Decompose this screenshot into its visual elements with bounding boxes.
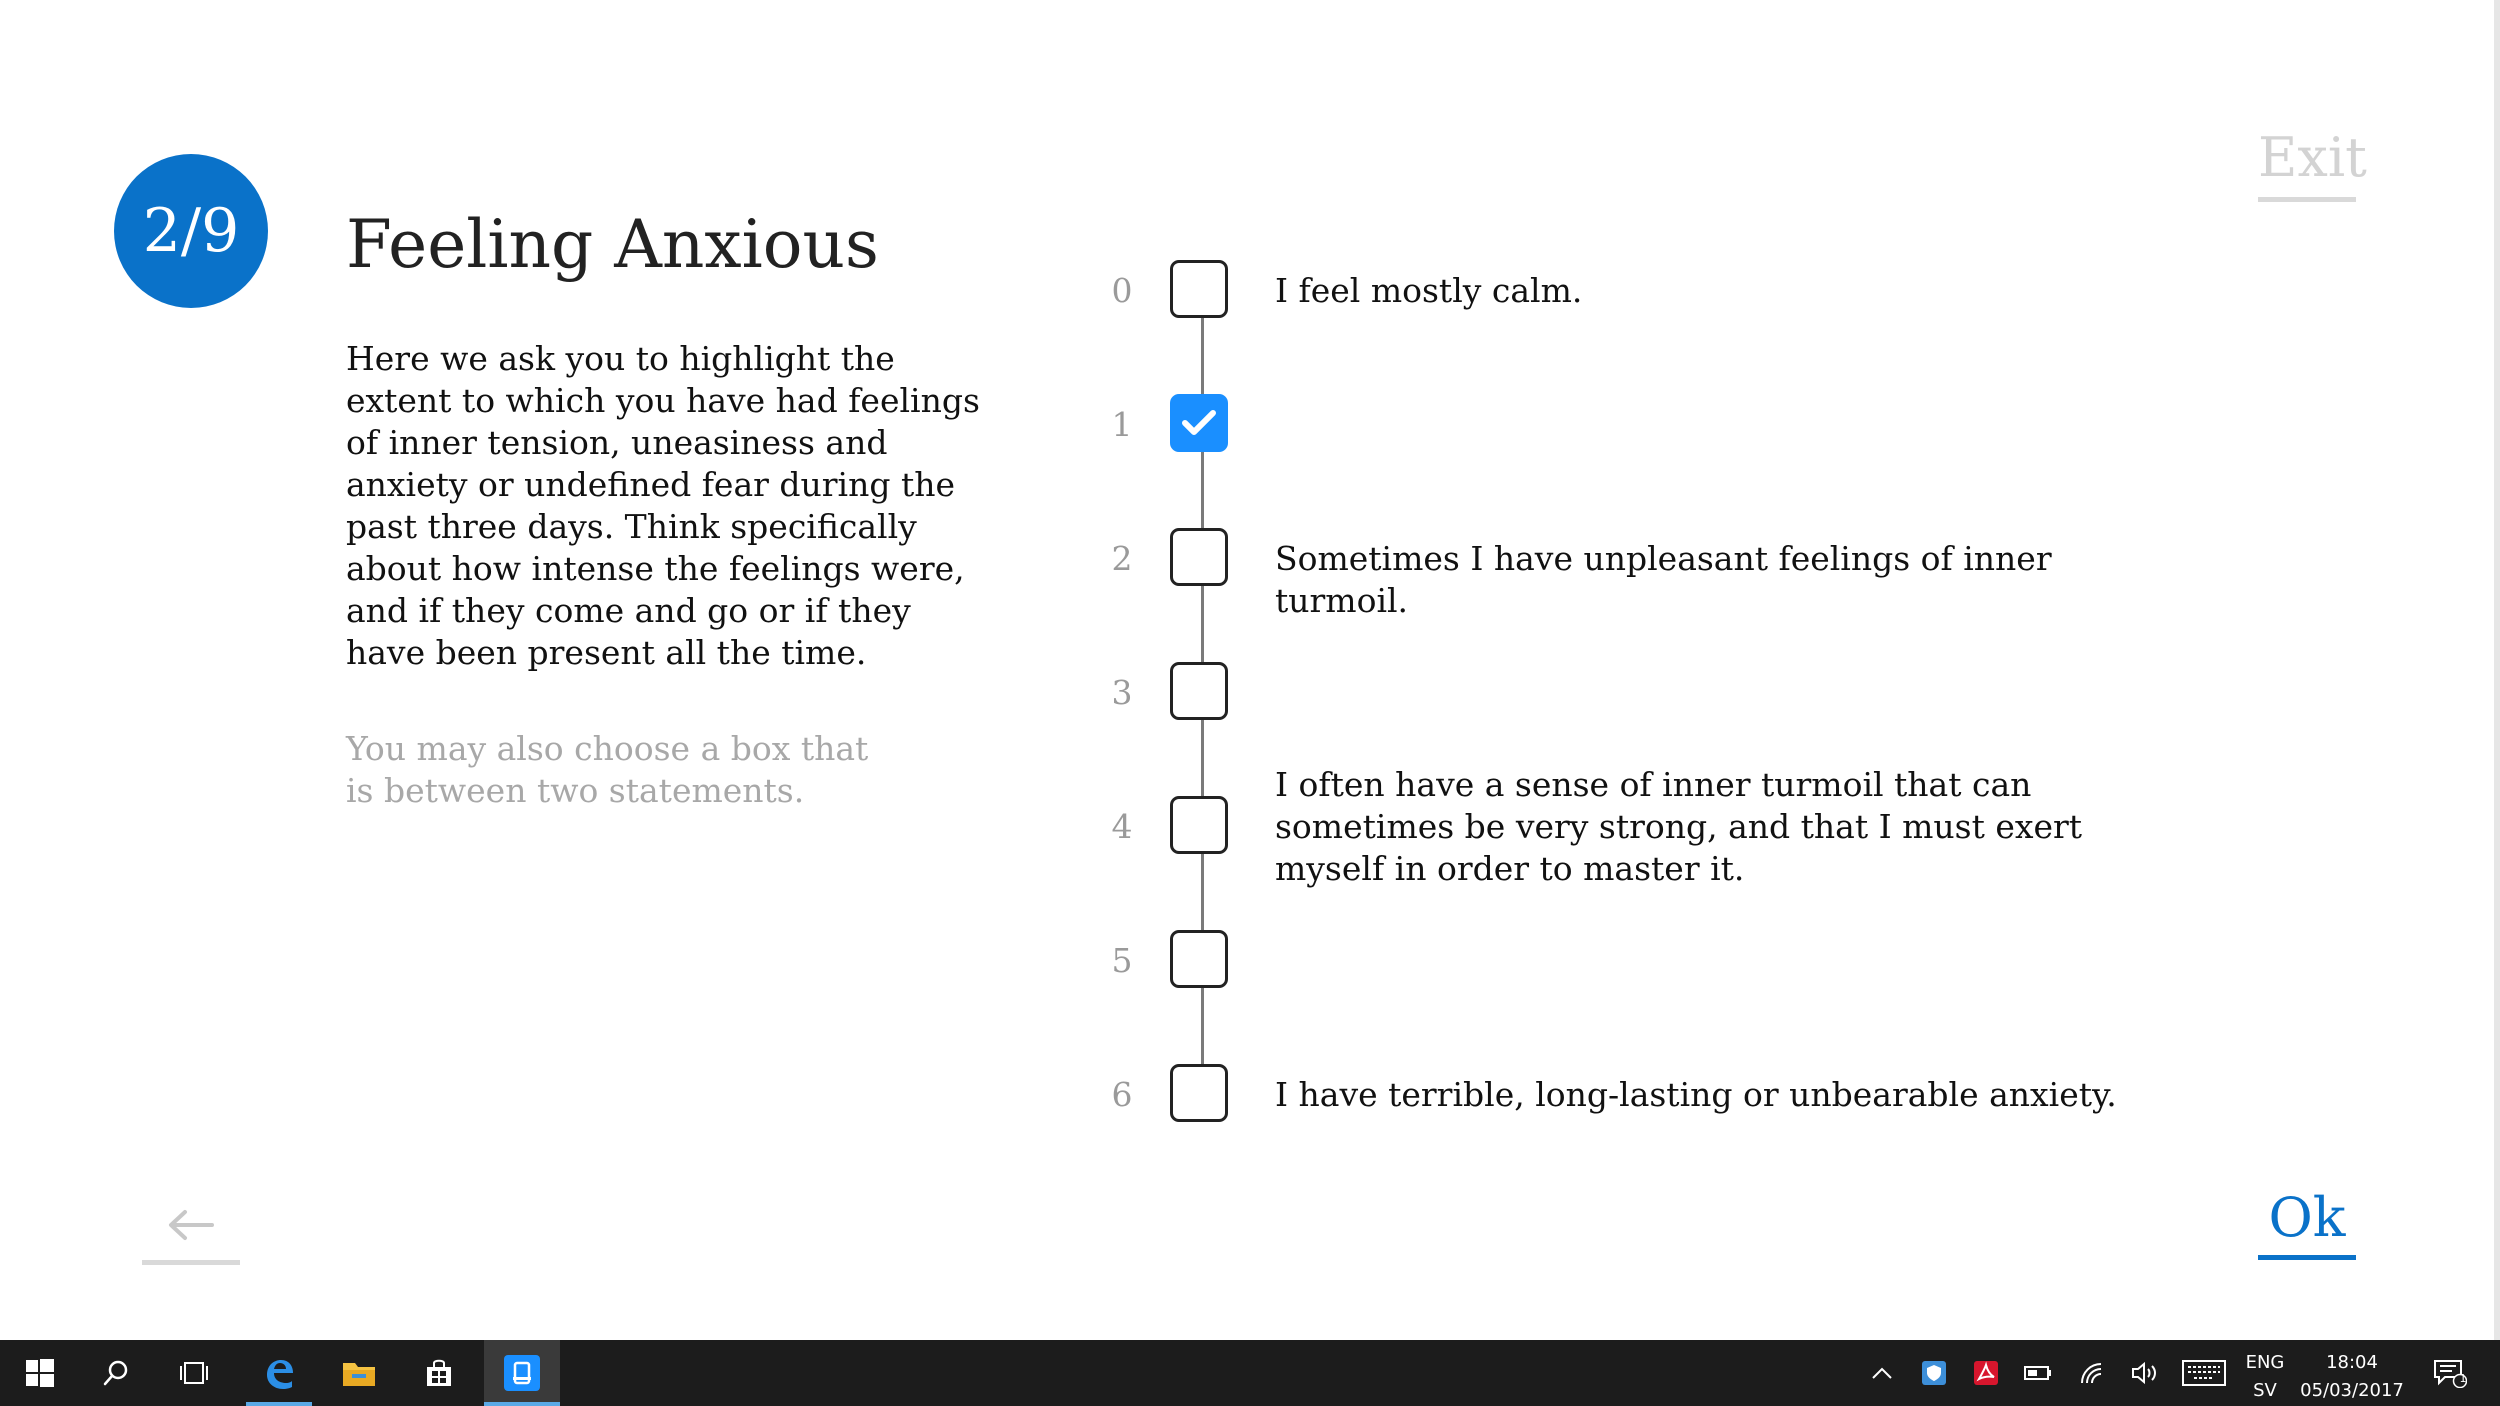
scale-option-4: 4 I often have a sense of inner turmoil … (1100, 765, 2360, 888)
option-number: 0 (1111, 271, 1133, 310)
rating-scale: 0 I feel mostly calm. 1 2 Sometimes I ha… (1100, 258, 2360, 1138)
edge-browser-icon (267, 1360, 293, 1389)
option-statement: I have terrible, long-lasting or unbeara… (1275, 1075, 2117, 1114)
scale-option-2: 2 Sometimes I have unpleasant feelings o… (1100, 526, 2360, 620)
task-view-icon (180, 1362, 208, 1384)
question-title: Feeling Anxious (346, 206, 879, 283)
notification-count: 1 (2459, 1372, 2467, 1385)
acrobat-icon (1974, 1361, 1998, 1385)
tray-volume[interactable] (2128, 1340, 2162, 1406)
tray-touch-keyboard[interactable] (2180, 1340, 2228, 1406)
scale-option-6: 6 I have terrible, long-lasting or unbea… (1100, 1062, 2360, 1128)
defender-icon (1922, 1361, 1946, 1385)
taskbar: ENG SV 18:04 05/03/2017 1 (0, 1340, 2500, 1406)
option-checkbox-1[interactable] (1170, 394, 1228, 452)
scale-option-3: 3 (1100, 660, 2360, 726)
ok-button[interactable]: Ok (2258, 1186, 2356, 1260)
volume-icon (2132, 1361, 2156, 1385)
back-button[interactable] (142, 1190, 240, 1265)
option-number: 1 (1111, 405, 1133, 444)
scale-option-0: 0 I feel mostly calm. (1100, 258, 2360, 324)
keyboard-icon (2182, 1360, 2226, 1386)
chevron-up-icon (1872, 1367, 1892, 1379)
clock-time[interactable]: 18:04 (2292, 1352, 2412, 1373)
questionnaire-app: 2/9 Feeling Anxious Here we ask you to h… (0, 0, 2500, 1340)
option-statement: I often have a sense of inner turmoil th… (1275, 765, 2083, 888)
taskbar-app-store[interactable] (406, 1340, 472, 1406)
file-explorer-icon (343, 1363, 375, 1386)
taskbar-app-edge[interactable] (246, 1340, 312, 1406)
option-number: 5 (1111, 941, 1133, 980)
option-checkbox-0[interactable] (1170, 260, 1228, 318)
scale-option-5: 5 (1100, 928, 2360, 994)
tray-defender[interactable] (1918, 1340, 1950, 1406)
question-description: Here we ask you to highlight the extent … (346, 339, 980, 672)
scale-option-1: 1 (1100, 392, 2360, 458)
clock-date[interactable]: 05/03/2017 (2292, 1380, 2412, 1401)
option-checkbox-4[interactable] (1170, 796, 1228, 854)
action-center-button[interactable]: 1 (2424, 1340, 2476, 1406)
taskbar-app-questionnaire[interactable] (484, 1340, 560, 1406)
option-checkbox-3[interactable] (1170, 662, 1228, 720)
tray-network[interactable] (2076, 1340, 2110, 1406)
keyboard-layout[interactable]: SV (2240, 1380, 2290, 1401)
input-language[interactable]: ENG (2240, 1352, 2290, 1373)
battery-icon (2024, 1366, 2051, 1380)
question-hint: You may also choose a box that is betwee… (346, 729, 869, 810)
option-number: 3 (1111, 673, 1133, 712)
store-icon (427, 1359, 451, 1386)
step-badge: 2/9 (114, 154, 268, 308)
scrollbar[interactable] (2494, 0, 2500, 1340)
option-statement: Sometimes I have unpleasant feelings of … (1275, 539, 2052, 620)
windows-start-icon (26, 1359, 54, 1387)
search-icon (103, 1360, 128, 1386)
arrow-left-icon (169, 1210, 214, 1240)
option-number: 4 (1111, 807, 1133, 846)
show-hidden-icons-button[interactable] (1866, 1340, 1898, 1406)
option-number: 2 (1111, 539, 1133, 578)
option-checkbox-6[interactable] (1170, 1064, 1228, 1122)
tray-battery[interactable] (2022, 1340, 2054, 1406)
tray-acrobat[interactable] (1970, 1340, 2002, 1406)
taskbar-search-button[interactable] (84, 1340, 148, 1406)
app-icon (504, 1355, 540, 1391)
option-checkbox-2[interactable] (1170, 528, 1228, 586)
exit-button[interactable]: Exit (2258, 126, 2367, 202)
task-view-button[interactable] (162, 1340, 226, 1406)
checkmark-icon (1182, 410, 1216, 435)
option-number: 6 (1111, 1075, 1133, 1114)
start-button[interactable] (8, 1340, 72, 1406)
wifi-icon (2081, 1363, 2102, 1384)
taskbar-app-explorer[interactable] (326, 1340, 392, 1406)
option-statement: I feel mostly calm. (1275, 271, 1583, 310)
option-checkbox-5[interactable] (1170, 930, 1228, 988)
